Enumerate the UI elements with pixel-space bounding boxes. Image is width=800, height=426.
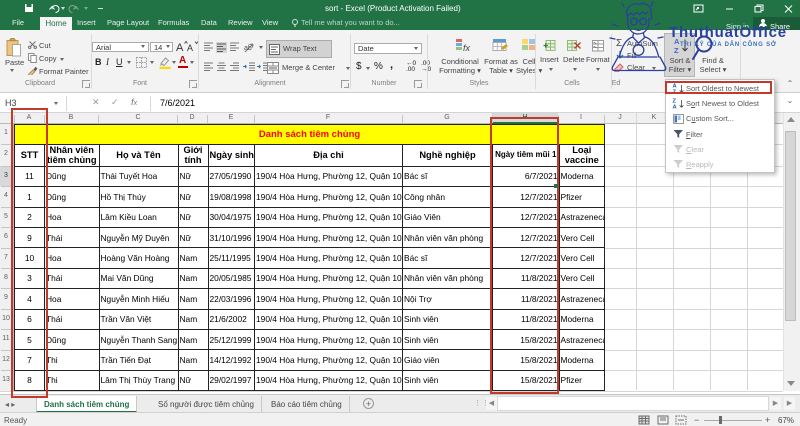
svg-text:A: A: [176, 42, 184, 53]
svg-text:A: A: [187, 43, 193, 53]
svg-text:fx: fx: [463, 43, 471, 53]
svg-text:A: A: [673, 104, 678, 110]
svg-text:ab: ab: [244, 45, 252, 52]
